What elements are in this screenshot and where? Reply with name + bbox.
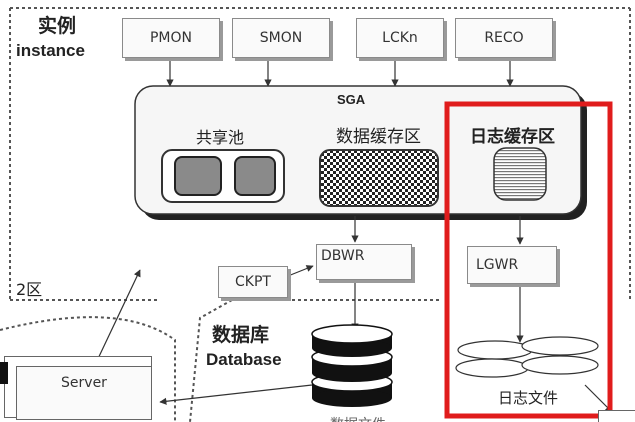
smon-label: SMON <box>259 30 303 46</box>
shared-pool-block-1 <box>174 156 222 196</box>
dbwr-label: DBWR <box>321 248 365 264</box>
log-files-group <box>455 336 599 378</box>
reco-label: RECO <box>484 30 524 46</box>
instance-title-en: instance <box>16 41 85 60</box>
ckpt-label: CKPT <box>235 274 271 290</box>
database-title-en: Database <box>206 350 282 369</box>
ckpt-to-dbwr-arrow <box>287 265 314 277</box>
reco-box: RECO <box>455 18 553 58</box>
zone-label: 2区 <box>16 280 43 299</box>
redo-buffer-block <box>493 147 547 201</box>
pmon-box: PMON <box>122 18 220 58</box>
lgwr-box: LGWR <box>467 246 557 284</box>
data-files-label: 数据文件 <box>330 414 386 422</box>
redo-buffer-label: 日志缓存区 <box>470 127 555 147</box>
server-label: Server <box>61 375 107 391</box>
shared-pool-label: 共享池 <box>196 128 245 147</box>
server-edge-marker <box>0 362 8 384</box>
buffer-cache-label: 数据缓存区 <box>336 127 421 147</box>
log-files-label: 日志文件 <box>498 389 559 407</box>
smon-box: SMON <box>232 18 330 58</box>
lckn-label: LCKn <box>382 30 418 46</box>
database-title-cn: 数据库 <box>212 324 270 346</box>
oracle-architecture-diagram: 实例 instance 2区 PMON SMON LCKn RECO SGA 共… <box>0 0 635 422</box>
buffer-cache-block <box>319 149 439 207</box>
dbwr-box: DBWR <box>316 244 412 280</box>
sga-title: SGA <box>337 92 366 107</box>
data-files-stack <box>311 324 393 407</box>
lckn-box: LCKn <box>356 18 444 58</box>
pmon-label: PMON <box>149 30 192 46</box>
instance-title-cn: 实例 <box>38 15 77 37</box>
ckpt-box: CKPT <box>218 266 288 298</box>
archive-box-edge <box>598 410 635 422</box>
server-box: Server <box>16 366 152 420</box>
shared-pool-block-2 <box>234 156 276 196</box>
database-to-server-arrow <box>159 384 313 405</box>
lgwr-label: LGWR <box>476 257 519 273</box>
